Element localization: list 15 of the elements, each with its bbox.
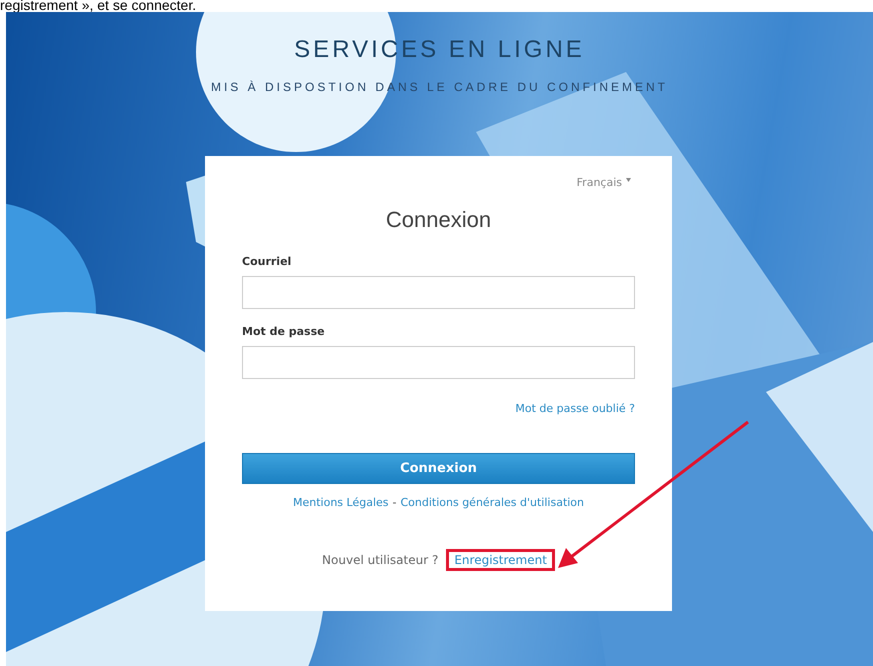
footer-link[interactable]: Mentions Légales [292, 496, 388, 509]
register-prompt: Nouvel utilisateur ? [322, 553, 438, 567]
login-button[interactable]: Connexion [242, 453, 635, 484]
caret-icon [626, 178, 631, 183]
caption-text: registrement », et se connecter. [0, 0, 198, 12]
input-field[interactable] [242, 276, 635, 309]
footer-link[interactable]: Conditions générales d'utilisation [400, 496, 584, 509]
forgot-password-link[interactable]: Mot de passe oublié ? [515, 402, 635, 415]
separator-text: - [392, 496, 396, 509]
login-heading: Connexion [384, 207, 492, 233]
field-label: Courriel [242, 255, 292, 268]
field-label: Mot de passe [242, 325, 325, 338]
language-selector[interactable]: Français [576, 176, 622, 189]
register-link[interactable]: Enregistrement [454, 553, 547, 567]
input-field[interactable] [242, 346, 635, 379]
